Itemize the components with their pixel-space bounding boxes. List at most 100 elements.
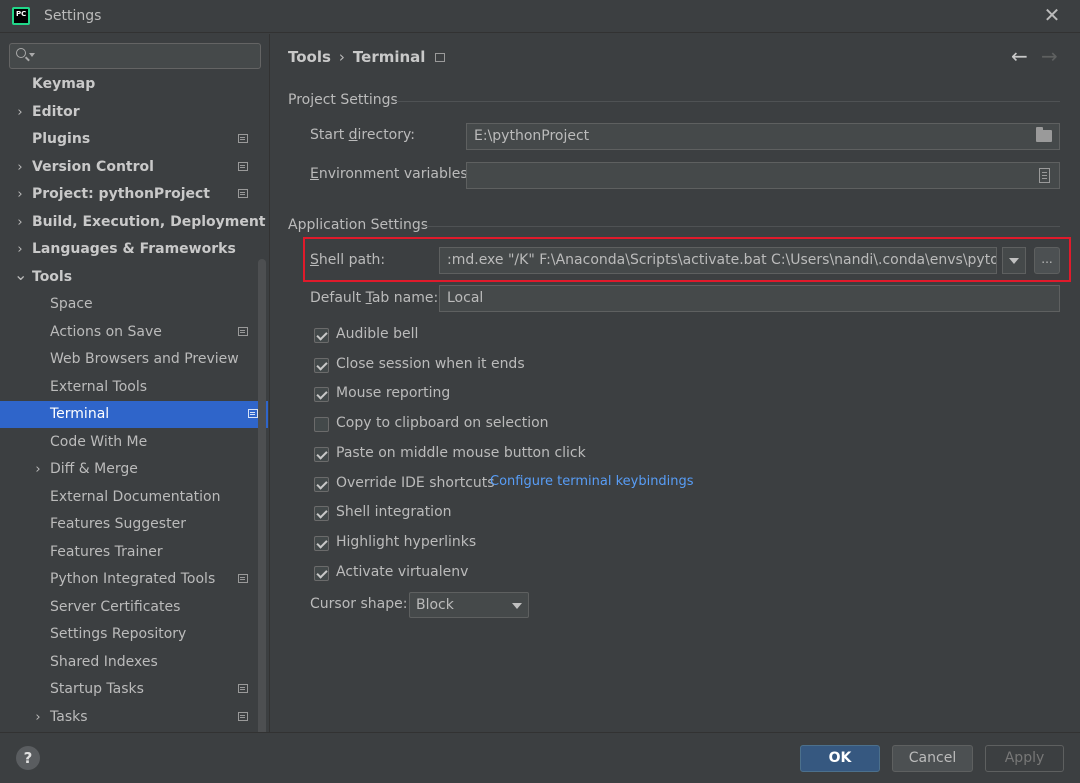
checkbox-box[interactable] (314, 446, 329, 462)
chevron-down-icon[interactable]: ⌄ (14, 265, 27, 284)
ok-button[interactable]: OK (800, 745, 880, 772)
cursor-shape-value: Block (416, 597, 454, 613)
sidebar-item-web-browsers-and-preview[interactable]: Web Browsers and Preview (0, 346, 258, 373)
configure-keybindings-link[interactable]: Configure terminal keybindings (490, 474, 694, 489)
search-icon (16, 48, 26, 58)
sidebar-item-label: Tasks (50, 708, 88, 725)
checkbox-label: Activate virtualenv (336, 563, 469, 580)
folder-icon[interactable] (1036, 127, 1052, 142)
project-level-icon (238, 161, 248, 171)
sidebar-item-label: Features Suggester (50, 516, 186, 532)
sidebar-item-diff-merge[interactable]: › Diff & Merge (0, 456, 258, 483)
sidebar-item-project-pythonproject[interactable]: › Project: pythonProject (0, 181, 258, 208)
checkbox-box[interactable] (314, 357, 329, 373)
project-settings-title: Project Settings (288, 92, 398, 108)
sidebar-item-label: Project: pythonProject (32, 186, 211, 202)
start-directory-value: E:\pythonProject (474, 128, 590, 144)
sidebar-item-server-certificates[interactable]: Server Certificates (0, 594, 258, 621)
chevron-right-icon[interactable]: › (14, 215, 26, 230)
chevron-right-icon[interactable]: › (14, 105, 26, 120)
sidebar-item-label: Python Integrated Tools (50, 571, 216, 587)
sidebar-item-label: Actions on Save (50, 323, 162, 340)
forward-arrow-icon[interactable]: → (1041, 44, 1058, 68)
project-level-icon (238, 189, 248, 198)
environment-variables-field[interactable] (466, 162, 1060, 189)
application-settings-title: Application Settings (288, 217, 429, 233)
sidebar-item-tasks[interactable]: › Tasks (0, 704, 258, 731)
edit-env-icon[interactable] (1039, 168, 1050, 183)
sidebar-item-label: Settings Repository (50, 626, 187, 642)
sidebar-item-label: Languages & Frameworks (32, 241, 236, 257)
sidebar-item-editor[interactable]: › Editor (0, 99, 258, 126)
sidebar-item-version-control[interactable]: › Version Control (0, 154, 258, 181)
sidebar-item-label: Features Trainer (50, 543, 163, 560)
cancel-button[interactable]: Cancel (892, 745, 973, 772)
dialog-footer: ? OK Cancel Apply (0, 732, 1080, 783)
sidebar-item-external-tools[interactable]: External Tools (0, 374, 258, 401)
checkbox-box[interactable] (314, 328, 329, 343)
sidebar-item-code-with-me[interactable]: Code With Me (0, 429, 258, 456)
environment-variables-label: Environment variables: (310, 166, 472, 182)
sidebar-item-python-integrated-tools[interactable]: Python Integrated Tools (0, 566, 258, 593)
sidebar-item-label: Shared Indexes (50, 653, 158, 670)
help-icon[interactable]: ? (16, 746, 40, 770)
search-history-chevron-icon[interactable] (29, 53, 35, 57)
sidebar-scrollbar[interactable] (258, 259, 266, 732)
settings-sidebar: Keymap › Editor Plugins › Version Control › Pro… (0, 34, 270, 732)
label-part: Start (310, 127, 349, 143)
cursor-shape-select[interactable]: Block (409, 592, 529, 618)
sidebar-item-shared-indexes[interactable]: Shared Indexes (0, 649, 258, 676)
sidebar-item-terminal[interactable]: Terminal (0, 401, 268, 428)
sidebar-item-label: Plugins (32, 131, 91, 147)
chevron-right-icon[interactable]: › (14, 187, 26, 202)
sidebar-item-label: Diff & Merge (50, 461, 138, 477)
sidebar-item-plugins[interactable]: Plugins (0, 126, 258, 153)
checkbox-box[interactable] (314, 417, 329, 433)
settings-search-input[interactable] (9, 43, 261, 69)
sidebar-item-label: Editor (32, 103, 80, 120)
sidebar-item-startup-tasks[interactable]: Startup Tasks (0, 676, 258, 703)
default-tab-name-field[interactable]: Local (439, 285, 1060, 312)
sidebar-item-settings-repository[interactable]: Settings Repository (0, 621, 258, 648)
sidebar-item-label: Tools (32, 268, 73, 285)
sidebar-item-label: Web Browsers and Preview (50, 351, 239, 367)
back-arrow-icon[interactable]: ← (1011, 44, 1028, 68)
checkbox-label: Mouse reporting (336, 385, 451, 402)
pycharm-app-icon: PC (12, 7, 30, 25)
sidebar-item-features-suggester[interactable]: Features Suggester (0, 511, 258, 538)
apply-button[interactable]: Apply (985, 745, 1064, 772)
checkbox-label: Close session when it ends (336, 355, 525, 372)
sidebar-item-keymap[interactable]: Keymap (0, 71, 258, 98)
checkbox-label: Override IDE shortcuts (336, 474, 495, 491)
sidebar-item-build-execution-deployment[interactable]: › Build, Execution, Deployment (0, 209, 265, 236)
checkbox-box[interactable] (314, 535, 329, 551)
sidebar-item-space[interactable]: Space (0, 291, 258, 318)
chevron-right-icon[interactable]: › (14, 160, 26, 175)
default-tab-name-value: Local (447, 290, 484, 306)
chevron-right-icon[interactable]: › (32, 710, 44, 725)
sidebar-item-label: Version Control (32, 158, 154, 175)
sidebar-item-languages-frameworks[interactable]: › Languages & Frameworks (0, 236, 258, 263)
sidebar-item-label: Space (50, 296, 93, 312)
breadcrumb-parent[interactable]: Tools (288, 48, 331, 66)
project-level-icon (435, 53, 446, 62)
project-level-icon (248, 409, 258, 418)
sidebar-item-tools[interactable]: ⌄ Tools (0, 264, 258, 291)
sidebar-item-label: Server Certificates (50, 598, 181, 615)
checkbox-box[interactable] (314, 565, 329, 581)
chevron-right-icon[interactable]: › (14, 242, 26, 257)
sidebar-item-label: External Documentation (50, 488, 221, 505)
sidebar-item-external-documentation[interactable]: External Documentation (0, 484, 258, 511)
chevron-right-icon[interactable]: › (32, 462, 44, 477)
sidebar-item-actions-on-save[interactable]: Actions on Save (0, 319, 258, 346)
checkbox-label: Shell integration (336, 504, 452, 521)
shell-path-highlight (303, 237, 1071, 282)
checkbox-box[interactable] (314, 476, 329, 492)
label-mnemonic: d (348, 127, 358, 143)
checkbox-box[interactable] (314, 506, 329, 522)
close-icon[interactable]: ✕ (1042, 5, 1062, 25)
checkbox-box[interactable] (314, 387, 329, 403)
sidebar-item-features-trainer[interactable]: Features Trainer (0, 539, 258, 566)
sidebar-item-label: Keymap (32, 76, 96, 92)
start-directory-field[interactable]: E:\pythonProject (466, 123, 1060, 150)
